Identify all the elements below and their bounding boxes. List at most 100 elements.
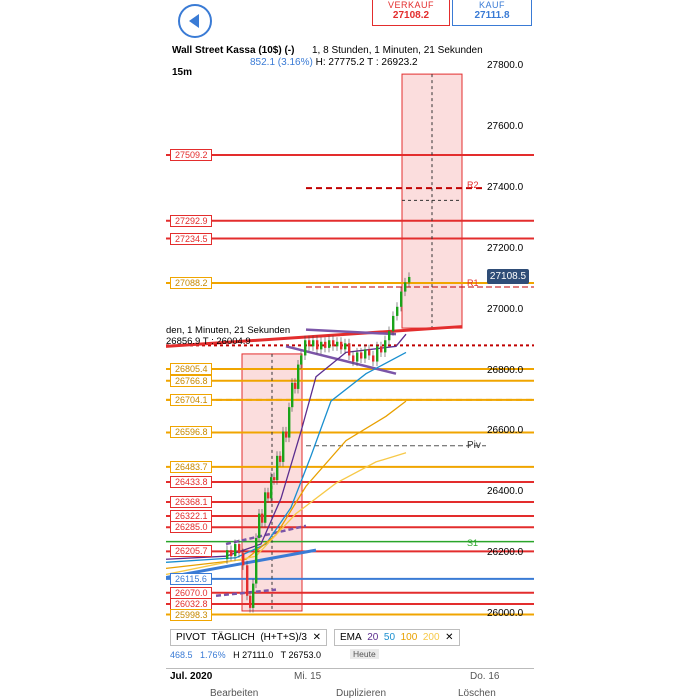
level-price-label[interactable]: 26805.4 (170, 363, 212, 376)
y-tick-label: 27800.0 (487, 60, 524, 72)
duplicate-button[interactable]: Duplizieren (336, 688, 386, 699)
app-window: VERKAUF 27108.2 KAUF 27111.8 Wall Street… (166, 0, 534, 700)
y-tick-label: 26000.0 (487, 608, 524, 619)
y-tick-label: 27400.0 (487, 182, 524, 194)
candle-body (392, 315, 395, 332)
candle-body (332, 340, 335, 347)
candle-body (249, 595, 252, 608)
candle-body (316, 340, 319, 350)
candle-body (304, 340, 307, 356)
candle-body (267, 492, 270, 499)
candle-body (291, 382, 294, 408)
candle-body (246, 565, 249, 596)
candle-body (324, 341, 327, 348)
candle-body (408, 276, 411, 283)
sell-button[interactable]: VERKAUF 27108.2 (372, 0, 450, 26)
candle-body (336, 341, 339, 347)
edit-button[interactable]: Bearbeiten (210, 688, 258, 699)
y-tick-label: 26400.0 (487, 486, 524, 498)
level-price-label[interactable]: 26368.1 (170, 496, 212, 509)
ema-period-100: 100 (400, 632, 418, 643)
candle-body (388, 331, 391, 341)
candle-body (320, 341, 323, 350)
candle-body (297, 364, 300, 389)
candle-body (368, 349, 371, 356)
level-price-label[interactable]: 26070.0 (170, 586, 212, 599)
buy-label: KAUF (478, 0, 505, 10)
bottom-info: 468.5 1.76% H 27111.0 T 26753.0 (170, 650, 321, 660)
back-arrow-icon (189, 14, 199, 28)
candle-body (348, 343, 351, 356)
bottom-low: T 26753.0 (280, 650, 322, 660)
candle-body (372, 355, 375, 362)
candle-body (288, 407, 291, 438)
buy-button[interactable]: KAUF 27111.8 (452, 0, 532, 26)
pivot-r1-label: R1 (467, 278, 479, 288)
candle-body (356, 352, 359, 362)
x-axis-line (166, 668, 534, 669)
candle-body (360, 352, 363, 359)
y-tick-label: 27000.0 (487, 303, 524, 315)
level-price-label[interactable]: 26115.6 (170, 572, 212, 585)
level-price-label[interactable]: 25998.3 (170, 608, 212, 621)
delete-button[interactable]: Löschen (458, 688, 496, 699)
level-price-label[interactable]: 27088.2 (170, 277, 212, 289)
ema-period-200: 200 (422, 632, 440, 643)
ema-indicator-chip[interactable]: EMA 20 50 100 200 ✕ (334, 629, 460, 646)
today-badge[interactable]: Heute (350, 649, 379, 659)
candle-body (312, 340, 315, 347)
y-tick-label: 26800.0 (487, 364, 524, 376)
level-price-label[interactable]: 26483.7 (170, 460, 212, 473)
ema-close-icon[interactable]: ✕ (445, 632, 453, 643)
pivot-indicator-chip[interactable]: PIVOT TÄGLICH (H+T+S)/3 ✕ (170, 629, 327, 646)
candle-body (294, 382, 297, 389)
level-price-label[interactable]: 26285.0 (170, 521, 212, 534)
candle-body (308, 340, 311, 347)
x-label-wed: Mi. 15 (294, 671, 322, 682)
pivot-formula: (H+T+S)/3 (260, 632, 307, 643)
candle-body (344, 343, 347, 350)
candle-body (226, 550, 229, 560)
candle-body (273, 477, 276, 481)
overlay-countdown: den, 1 Minuten, 21 Sekunden (166, 325, 291, 336)
candle-body (404, 282, 407, 292)
pivot-s1-label: S1 (467, 538, 479, 548)
candle-body (255, 537, 258, 584)
candle-body (282, 431, 285, 462)
pivot-name: PIVOT (176, 632, 207, 643)
candle-body (276, 455, 279, 481)
level-price-label[interactable]: 26766.8 (170, 374, 212, 387)
level-price-label[interactable]: 26704.1 (170, 393, 212, 406)
candle-body (340, 341, 343, 350)
bottom-high: H 27111.0 (233, 650, 274, 660)
level-price-label[interactable]: 26205.7 (170, 545, 212, 558)
level-price-label[interactable]: 27292.9 (170, 214, 212, 227)
level-price-label[interactable]: 27234.5 (170, 232, 212, 245)
level-price-label[interactable]: 26596.8 (170, 426, 212, 439)
candle-body (376, 346, 379, 362)
candle-body (384, 340, 387, 353)
sell-price: 27108.2 (392, 10, 430, 21)
back-button[interactable] (178, 4, 212, 38)
buy-price: 27111.8 (474, 10, 510, 21)
pivot-close-icon[interactable]: ✕ (313, 632, 321, 643)
candle-body (264, 492, 267, 523)
level-price-label[interactable]: 27509.2 (170, 148, 212, 161)
x-label-thu: Do. 16 (470, 671, 500, 682)
pivot-mode: TÄGLICH (211, 632, 255, 643)
candle-body (300, 355, 303, 365)
candle-body (352, 355, 355, 362)
bottom-pct: 1.76% (200, 650, 226, 660)
current-price-tag: 27108.5 (487, 269, 529, 284)
candle-body (261, 513, 264, 523)
level-price-label[interactable]: 26433.8 (170, 476, 212, 489)
candle-body (234, 544, 237, 557)
candle-body (364, 349, 367, 359)
y-tick-label: 27200.0 (487, 242, 524, 254)
candle-body (400, 291, 403, 307)
sell-label: VERKAUF (387, 0, 434, 10)
level-price-label[interactable]: 26322.1 (170, 510, 212, 523)
candle-body (252, 583, 255, 608)
x-label-month: Jul. 2020 (170, 671, 213, 682)
candle-body (258, 513, 261, 538)
